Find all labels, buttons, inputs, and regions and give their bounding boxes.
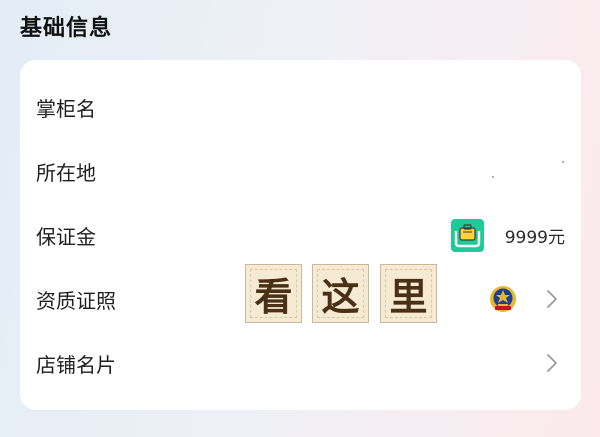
row-label: 所在地 — [36, 160, 96, 185]
overlay-tile: 这 — [312, 264, 369, 323]
row-label: 资质证照 — [36, 288, 116, 313]
row-shopkeeper-name[interactable]: 掌柜名 — [20, 75, 581, 139]
deposit-amount: 9999元 — [504, 227, 565, 248]
overlay-tile: 里 — [380, 264, 437, 323]
faint-dot — [562, 161, 564, 163]
chevron-right-icon — [547, 290, 557, 308]
row-label: 保证金 — [36, 224, 96, 249]
faint-dot — [492, 176, 494, 178]
deposit-icon — [451, 218, 484, 252]
row-label: 店铺名片 — [36, 352, 116, 377]
section-title: 基础信息 — [20, 16, 113, 41]
row-deposit[interactable]: 保证金 9999元 — [20, 203, 581, 267]
chevron-right-icon — [547, 354, 557, 372]
row-store-card[interactable]: 店铺名片 — [20, 331, 581, 395]
overlay-tile: 看 — [245, 264, 302, 323]
police-emblem-icon[interactable] — [488, 284, 518, 314]
row-label: 掌柜名 — [36, 96, 96, 121]
basic-info-card: 掌柜名 所在地 保证金 9999元 资质证照 看 这 里 店铺名片 — [20, 60, 581, 410]
row-location[interactable]: 所在地 — [20, 139, 581, 203]
